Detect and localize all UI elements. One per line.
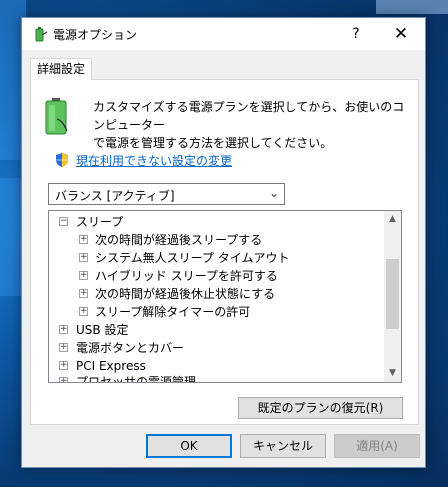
description-line1: カスタマイズする電源プランを選択してから、お使いのコンピューター [93, 100, 405, 132]
settings-tree: − スリープ + 次の時間が経過後スリープする + システム無人スリープ タイム… [48, 210, 402, 383]
tree-item-label: プロセッサの電源管理 [76, 375, 197, 383]
scroll-down-icon[interactable]: ▼ [384, 365, 401, 382]
change-settings-link[interactable]: 現在利用できない設定の変更 [76, 152, 232, 169]
collapse-icon[interactable]: − [59, 217, 68, 226]
expand-icon[interactable]: + [59, 361, 68, 370]
settings-panel: カスタマイズする電源プランを選択してから、お使いのコンピューター で電源を管理す… [30, 79, 419, 425]
cancel-button[interactable]: キャンセル [240, 434, 326, 458]
ok-button[interactable]: OK [146, 434, 232, 458]
apply-button[interactable]: 適用(A) [334, 434, 420, 458]
expand-icon[interactable]: + [79, 271, 88, 280]
restore-defaults-button[interactable]: 既定のプランの復元(R) [238, 397, 403, 419]
title-bar[interactable]: 電源オプション ? ✕ [22, 18, 425, 50]
scroll-up-icon[interactable]: ▲ [384, 211, 401, 228]
desktop-strip [376, 0, 448, 14]
expand-icon[interactable]: + [79, 289, 88, 298]
expand-icon[interactable]: + [59, 325, 68, 334]
expand-icon[interactable]: + [79, 235, 88, 244]
description-line2: で電源を管理する方法を選択してください。 [93, 136, 333, 150]
tree-item-label: スリープ [76, 215, 124, 229]
expand-icon[interactable]: + [59, 377, 68, 382]
tree-item-label: USB 設定 [76, 323, 129, 337]
close-button[interactable]: ✕ [386, 22, 416, 46]
tab-advanced-settings[interactable]: 詳細設定 [30, 58, 92, 80]
window-title: 電源オプション [53, 28, 138, 42]
expand-icon[interactable]: + [59, 343, 68, 352]
description: カスタマイズする電源プランを選択してから、お使いのコンピューター で電源を管理す… [93, 98, 413, 152]
uac-shield-icon [56, 153, 68, 167]
power-plan-value: バランス [アクティブ] [55, 189, 175, 203]
expand-icon[interactable]: + [79, 307, 88, 316]
chevron-down-icon: ⌄ [268, 186, 279, 200]
battery-icon [45, 98, 67, 135]
tree-item-label: 電源ボタンとカバー [76, 341, 185, 355]
tree-item-label: 次の時間が経過後休止状態にする [95, 287, 276, 301]
tree-item-label: システム無人スリープ タイムアウト [95, 251, 290, 265]
tree-scrollbar[interactable]: ▲ ▼ [384, 211, 401, 382]
power-options-dialog: 電源オプション ? ✕ 詳細設定 カスタマイズする電源プランを選択してから、お使… [21, 17, 426, 468]
expand-icon[interactable]: + [79, 253, 88, 262]
tree-item-label: ハイブリッド スリープを許可する [95, 269, 278, 283]
help-button[interactable]: ? [344, 23, 368, 45]
power-options-icon [35, 27, 48, 42]
tree-item-label: スリープ解除タイマーの許可 [95, 305, 251, 319]
tree-item-label: 次の時間が経過後スリープする [95, 233, 263, 247]
scroll-thumb[interactable] [386, 259, 399, 329]
power-plan-select[interactable]: バランス [アクティブ] ⌄ [48, 183, 285, 205]
